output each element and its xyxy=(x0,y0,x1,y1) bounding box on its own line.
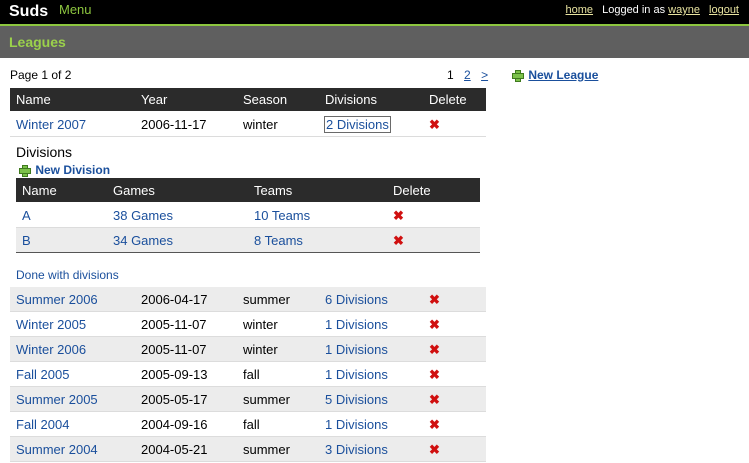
league-divisions-link[interactable]: 5 Divisions xyxy=(325,392,388,407)
page-2-link[interactable]: 2 xyxy=(464,68,471,82)
league-season: summer xyxy=(243,442,290,457)
league-year: 2006-04-17 xyxy=(141,292,208,307)
league-divisions-link[interactable]: 1 Divisions xyxy=(325,367,388,382)
page-current: 1 xyxy=(447,68,454,82)
league-season: winter xyxy=(243,117,278,132)
league-divisions-link[interactable]: 6 Divisions xyxy=(325,292,388,307)
col-teams: Teams xyxy=(254,183,293,198)
col-divisions: Divisions xyxy=(325,92,378,107)
col-name: Name xyxy=(16,92,51,107)
league-season: summer xyxy=(243,292,290,307)
division-teams-link[interactable]: 10 Teams xyxy=(254,208,310,223)
col-name: Name xyxy=(22,183,57,198)
league-divisions-link[interactable]: 2 Divisions xyxy=(324,116,391,133)
league-name-link[interactable]: Fall 2005 xyxy=(16,367,69,382)
delete-x-icon[interactable]: ✖ xyxy=(429,343,440,356)
league-season: fall xyxy=(243,367,260,382)
col-season: Season xyxy=(243,92,288,107)
page-info: Page 1 of 2 xyxy=(10,68,72,82)
division-name-link[interactable]: A xyxy=(22,208,31,223)
league-name-link[interactable]: Summer 2004 xyxy=(16,442,98,457)
delete-x-icon[interactable]: ✖ xyxy=(393,209,404,222)
table-row: Winter 2007 2006-11-17 winter 2 Division… xyxy=(10,112,486,137)
division-name-link[interactable]: B xyxy=(22,233,31,248)
col-year: Year xyxy=(141,92,168,107)
league-year: 2005-09-13 xyxy=(141,367,208,382)
league-name-link[interactable]: Winter 2006 xyxy=(16,342,86,357)
league-season: fall xyxy=(243,417,260,432)
league-name-link[interactable]: Winter 2007 xyxy=(16,117,86,132)
done-with-divisions-link[interactable]: Done with divisions xyxy=(16,268,119,282)
league-season: summer xyxy=(243,392,290,407)
table-row: Fall 2005 2005-09-13 fall 1 Divisions ✖ xyxy=(10,362,486,387)
app-brand: Suds xyxy=(9,3,49,20)
logged-in-label: Logged in as xyxy=(602,4,666,16)
league-year: 2005-11-07 xyxy=(141,342,207,357)
plus-icon xyxy=(512,70,524,82)
league-season: winter xyxy=(243,342,278,357)
league-name-link[interactable]: Summer 2005 xyxy=(16,392,98,407)
divisions-title: Divisions xyxy=(16,144,73,160)
league-year: 2004-05-21 xyxy=(141,442,208,457)
table-row: Fall 2004 2004-09-16 fall 1 Divisions ✖ xyxy=(10,412,486,437)
delete-x-icon[interactable]: ✖ xyxy=(429,118,440,131)
col-delete: Delete xyxy=(393,183,431,198)
division-games-link[interactable]: 34 Games xyxy=(113,233,173,248)
top-bar: Suds Menu home Logged in as wayne logout xyxy=(0,0,749,24)
leagues-table-header: Name Year Season Divisions Delete xyxy=(10,88,486,111)
home-link[interactable]: home xyxy=(566,4,594,16)
table-row: Winter 2006 2005-11-07 winter 1 Divisions ✖ xyxy=(10,337,486,362)
division-games-link[interactable]: 38 Games xyxy=(113,208,173,223)
logout-link[interactable]: logout xyxy=(709,4,739,16)
league-name-link[interactable]: Summer 2006 xyxy=(16,292,98,307)
league-year: 2006-11-17 xyxy=(141,117,207,132)
division-row: A 38 Games 10 Teams ✖ xyxy=(16,203,480,228)
league-divisions-link[interactable]: 1 Divisions xyxy=(325,342,388,357)
league-year: 2004-09-16 xyxy=(141,417,208,432)
delete-x-icon[interactable]: ✖ xyxy=(429,443,440,456)
new-league: New League xyxy=(512,68,598,82)
league-name-link[interactable]: Winter 2005 xyxy=(16,317,86,332)
table-row: Winter 2005 2005-11-07 winter 1 Divisions ✖ xyxy=(10,312,486,337)
section-bar: Leagues xyxy=(0,26,749,58)
delete-x-icon[interactable]: ✖ xyxy=(429,418,440,431)
delete-x-icon[interactable]: ✖ xyxy=(429,368,440,381)
division-row: B 34 Games 8 Teams ✖ xyxy=(16,228,480,253)
next-page-link[interactable]: > xyxy=(481,68,488,82)
username-link[interactable]: wayne xyxy=(668,4,700,16)
league-divisions-link[interactable]: 3 Divisions xyxy=(325,442,388,457)
section-title: Leagues xyxy=(9,34,66,50)
col-games: Games xyxy=(113,183,155,198)
pagination: 1 2 > xyxy=(447,68,495,82)
league-year: 2005-11-07 xyxy=(141,317,207,332)
user-nav: home Logged in as wayne logout xyxy=(566,4,740,16)
division-teams-link[interactable]: 8 Teams xyxy=(254,233,303,248)
plus-icon xyxy=(19,165,31,177)
divisions-table-header: Name Games Teams Delete xyxy=(16,178,480,202)
col-delete: Delete xyxy=(429,92,467,107)
league-season: winter xyxy=(243,317,278,332)
league-year: 2005-05-17 xyxy=(141,392,208,407)
new-league-link[interactable]: New League xyxy=(528,68,598,82)
league-name-link[interactable]: Fall 2004 xyxy=(16,417,69,432)
delete-x-icon[interactable]: ✖ xyxy=(429,318,440,331)
delete-x-icon[interactable]: ✖ xyxy=(393,234,404,247)
table-row: Summer 2006 2006-04-17 summer 6 Divisions ✖ xyxy=(10,287,486,312)
table-row: Summer 2005 2005-05-17 summer 5 Divisions ✖ xyxy=(10,387,486,412)
menu-link[interactable]: Menu xyxy=(59,2,92,17)
new-division: New Division xyxy=(19,163,110,177)
new-division-link[interactable]: New Division xyxy=(35,163,110,177)
delete-x-icon[interactable]: ✖ xyxy=(429,393,440,406)
league-divisions-link[interactable]: 1 Divisions xyxy=(325,317,388,332)
table-row: Summer 2004 2004-05-21 summer 3 Divisions ✖ xyxy=(10,437,486,462)
delete-x-icon[interactable]: ✖ xyxy=(429,293,440,306)
league-divisions-link[interactable]: 1 Divisions xyxy=(325,417,388,432)
